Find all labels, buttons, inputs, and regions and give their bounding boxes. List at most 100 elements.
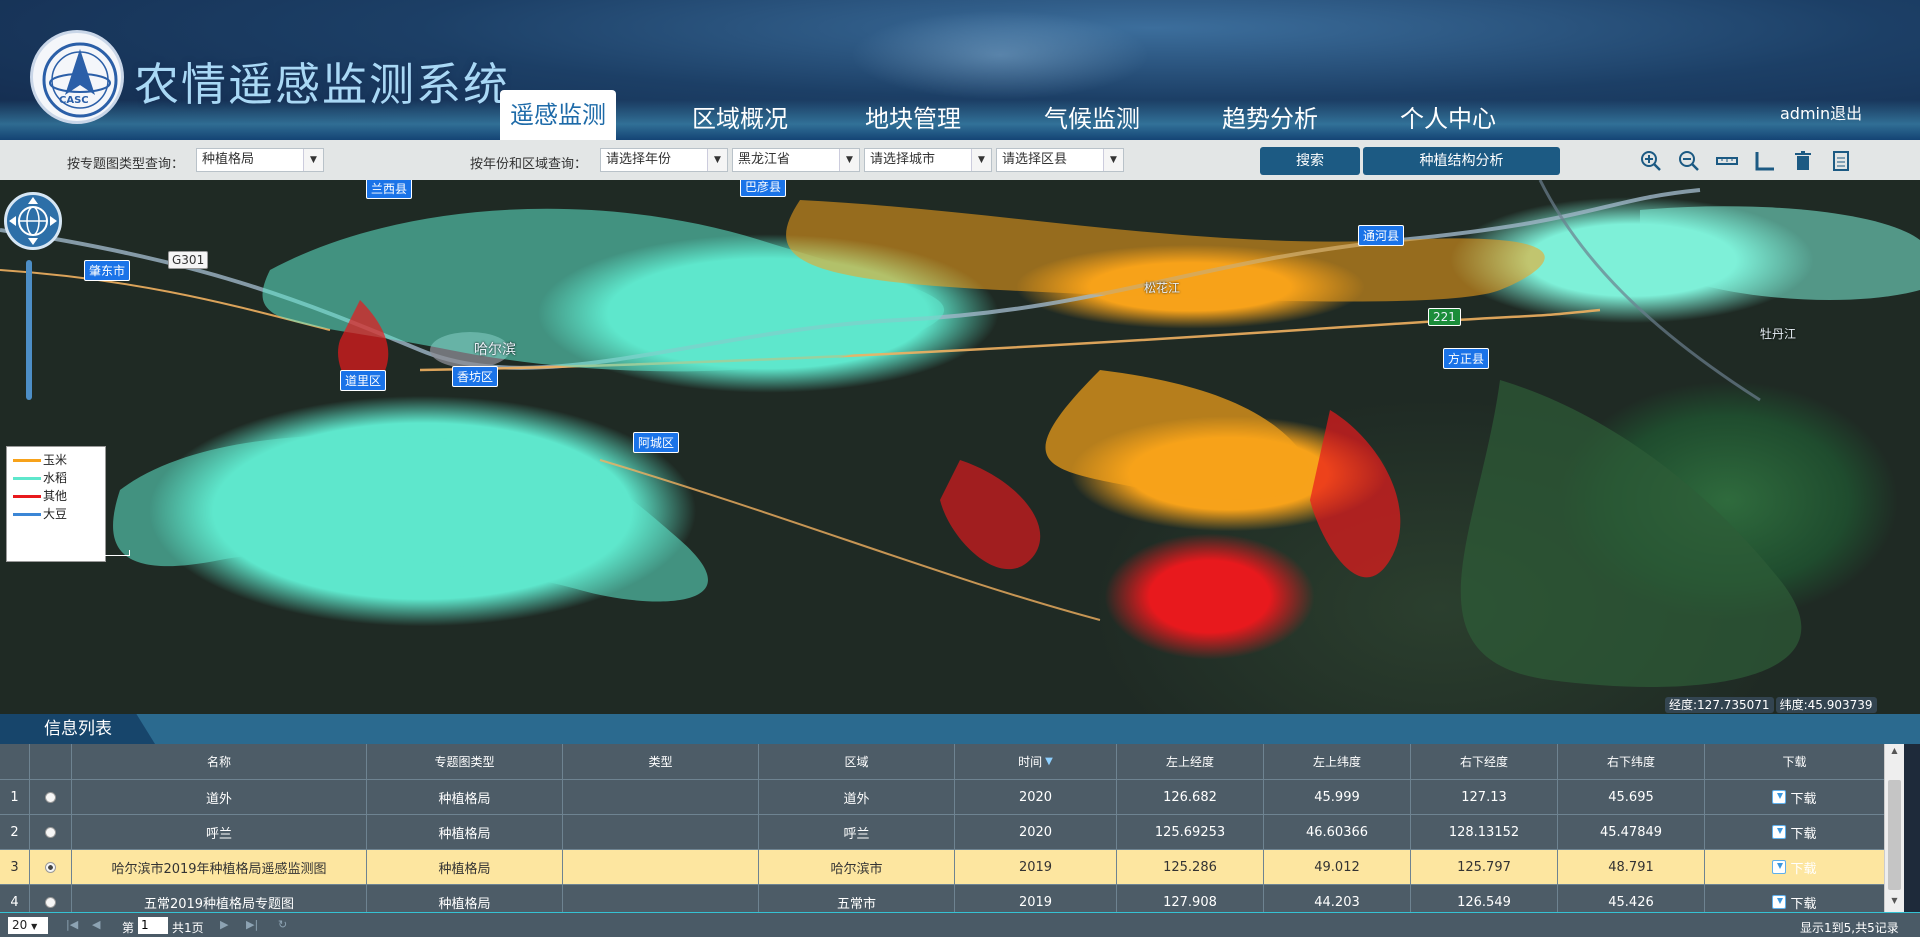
header-region[interactable]: 区域 xyxy=(759,744,955,779)
page-number-input[interactable]: 1 xyxy=(138,917,168,934)
first-page-icon[interactable]: |◀ xyxy=(66,918,78,931)
header-time[interactable]: 时间 ▼ xyxy=(955,744,1117,779)
planting-structure-analysis-button[interactable]: 种植结构分析 xyxy=(1363,147,1560,175)
measure-area-icon[interactable] xyxy=(1754,150,1776,172)
chevron-down-icon: ▼ xyxy=(971,149,991,171)
county-select[interactable]: 请选择区县 ▼ xyxy=(996,148,1124,172)
scale-bar xyxy=(20,550,130,556)
zoom-out-icon[interactable] xyxy=(1678,150,1700,172)
map-label-tonghe: 通河县 xyxy=(1358,225,1405,246)
page-prefix: 第 xyxy=(122,921,135,935)
nav-region-overview[interactable]: 区域概况 xyxy=(680,98,800,140)
header-lr-lon[interactable]: 右下经度 xyxy=(1411,744,1558,779)
download-button[interactable]: 下载 xyxy=(1705,815,1884,849)
row-name: 哈尔滨市2019年种植格局遥感监测图 xyxy=(72,850,367,884)
zoom-in-icon[interactable] xyxy=(1640,150,1662,172)
row-lr-lon: 125.797 xyxy=(1411,850,1558,884)
city-select[interactable]: 请选择城市 ▼ xyxy=(864,148,992,172)
row-type xyxy=(563,850,759,884)
row-time: 2019 xyxy=(955,885,1117,912)
header-type[interactable]: 类型 xyxy=(563,744,759,779)
table-scrollbar[interactable]: ▲ ▼ xyxy=(1884,744,1904,912)
download-button[interactable]: 下载 xyxy=(1705,780,1884,814)
measure-distance-icon[interactable] xyxy=(1716,150,1738,172)
legend-swatch xyxy=(13,513,41,516)
download-icon xyxy=(1772,790,1787,804)
username: admin xyxy=(1780,104,1831,123)
county-placeholder: 请选择区县 xyxy=(1002,152,1068,167)
nav-trend-analysis[interactable]: 趋势分析 xyxy=(1210,98,1330,140)
user-area: admin退出 xyxy=(1780,100,1862,124)
table-row[interactable]: 4 五常2019种植格局专题图 种植格局 五常市 2019 127.908 44… xyxy=(0,885,1884,912)
legend-item-other: 其他 xyxy=(13,487,99,505)
row-ul-lat: 44.203 xyxy=(1264,885,1411,912)
legend-swatch xyxy=(13,459,41,462)
row-lr-lat: 45.47849 xyxy=(1558,815,1705,849)
search-button[interactable]: 搜索 xyxy=(1260,147,1360,175)
zoom-slider[interactable] xyxy=(26,260,32,400)
download-button[interactable]: 下载 xyxy=(1705,850,1884,884)
scroll-up-icon[interactable]: ▲ xyxy=(1888,746,1901,760)
header: CASC 农情遥感监测系统 遥感监测 区域概况 地块管理 气候监测 趋势分析 个… xyxy=(0,0,1920,140)
row-region: 道外 xyxy=(759,780,955,814)
province-select[interactable]: 黑龙江省 ▼ xyxy=(732,148,860,172)
last-page-icon[interactable]: ▶| xyxy=(246,918,258,931)
row-radio[interactable] xyxy=(45,791,56,803)
row-theme: 种植格局 xyxy=(367,780,563,814)
row-lr-lat: 48.791 xyxy=(1558,850,1705,884)
legend-item-soybean: 大豆 xyxy=(13,505,99,523)
row-type xyxy=(563,780,759,814)
row-index: 3 xyxy=(0,850,30,884)
scroll-down-icon[interactable]: ▼ xyxy=(1888,896,1901,910)
header-name[interactable]: 名称 xyxy=(72,744,367,779)
row-ul-lat: 46.60366 xyxy=(1264,815,1411,849)
cursor-coordinates: 经度:127.735071 纬度:45.903739 xyxy=(1665,696,1879,713)
globe-icon xyxy=(9,197,57,245)
table-row[interactable]: 1 道外 种植格局 道外 2020 126.682 45.999 127.13 … xyxy=(0,780,1884,815)
row-lr-lon: 126.549 xyxy=(1411,885,1558,912)
list-icon[interactable] xyxy=(1830,150,1852,172)
row-radio-cell xyxy=(30,780,72,814)
row-radio[interactable] xyxy=(45,861,56,873)
nav-remote-sensing[interactable]: 遥感监测 xyxy=(500,90,616,140)
logout-link[interactable]: 退出 xyxy=(1830,104,1862,123)
row-theme: 种植格局 xyxy=(367,815,563,849)
map-view[interactable]: 兰西县 巴彦县 通河县 肇东市 G301 方正县 阿城区 哈尔滨 道里区 香坊区… xyxy=(0,180,1920,714)
theme-type-select[interactable]: 种植格局 ▼ xyxy=(196,148,324,172)
legend-item-corn: 玉米 xyxy=(13,451,99,469)
header-glow xyxy=(850,10,1150,100)
sort-desc-icon: ▼ xyxy=(1045,756,1053,767)
download-button[interactable]: 下载 xyxy=(1705,885,1884,912)
nav-personal-center[interactable]: 个人中心 xyxy=(1388,98,1508,140)
next-page-icon[interactable]: ▶ xyxy=(220,918,228,931)
nav-plot-management[interactable]: 地块管理 xyxy=(853,98,973,140)
trash-icon[interactable] xyxy=(1792,150,1814,172)
theme-type-value: 种植格局 xyxy=(202,152,255,167)
page-size-select[interactable]: 20 ▼ xyxy=(8,917,48,934)
row-name: 五常2019种植格局专题图 xyxy=(72,885,367,912)
year-select[interactable]: 请选择年份 ▼ xyxy=(600,148,728,172)
scrollbar-thumb[interactable] xyxy=(1888,780,1901,890)
table-row[interactable]: 2 呼兰 种植格局 呼兰 2020 125.69253 46.60366 128… xyxy=(0,815,1884,850)
prev-page-icon[interactable]: ◀ xyxy=(92,918,100,931)
row-radio[interactable] xyxy=(45,896,56,908)
longitude-readout: 经度:127.735071 xyxy=(1665,697,1774,713)
row-region: 呼兰 xyxy=(759,815,955,849)
pan-compass-control[interactable] xyxy=(4,192,62,250)
info-list-tab[interactable]: 信息列表 xyxy=(0,714,155,744)
header-lr-lat[interactable]: 右下纬度 xyxy=(1558,744,1705,779)
header-theme-type[interactable]: 专题图类型 xyxy=(367,744,563,779)
row-radio[interactable] xyxy=(45,826,56,838)
row-ul-lat: 45.999 xyxy=(1264,780,1411,814)
header-ul-lon[interactable]: 左上经度 xyxy=(1117,744,1264,779)
refresh-icon[interactable]: ↻ xyxy=(278,918,287,931)
table-row-selected[interactable]: 3 哈尔滨市2019年种植格局遥感监测图 种植格局 哈尔滨市 2019 125.… xyxy=(0,850,1884,885)
map-label-daoli: 道里区 xyxy=(340,370,387,391)
nav-climate-monitoring[interactable]: 气候监测 xyxy=(1032,98,1152,140)
row-name: 道外 xyxy=(72,780,367,814)
map-overlay xyxy=(0,180,1920,687)
region-query-label: 按年份和区域查询： xyxy=(470,157,588,172)
header-ul-lat[interactable]: 左上纬度 xyxy=(1264,744,1411,779)
row-lr-lat: 45.695 xyxy=(1558,780,1705,814)
row-lr-lon: 127.13 xyxy=(1411,780,1558,814)
